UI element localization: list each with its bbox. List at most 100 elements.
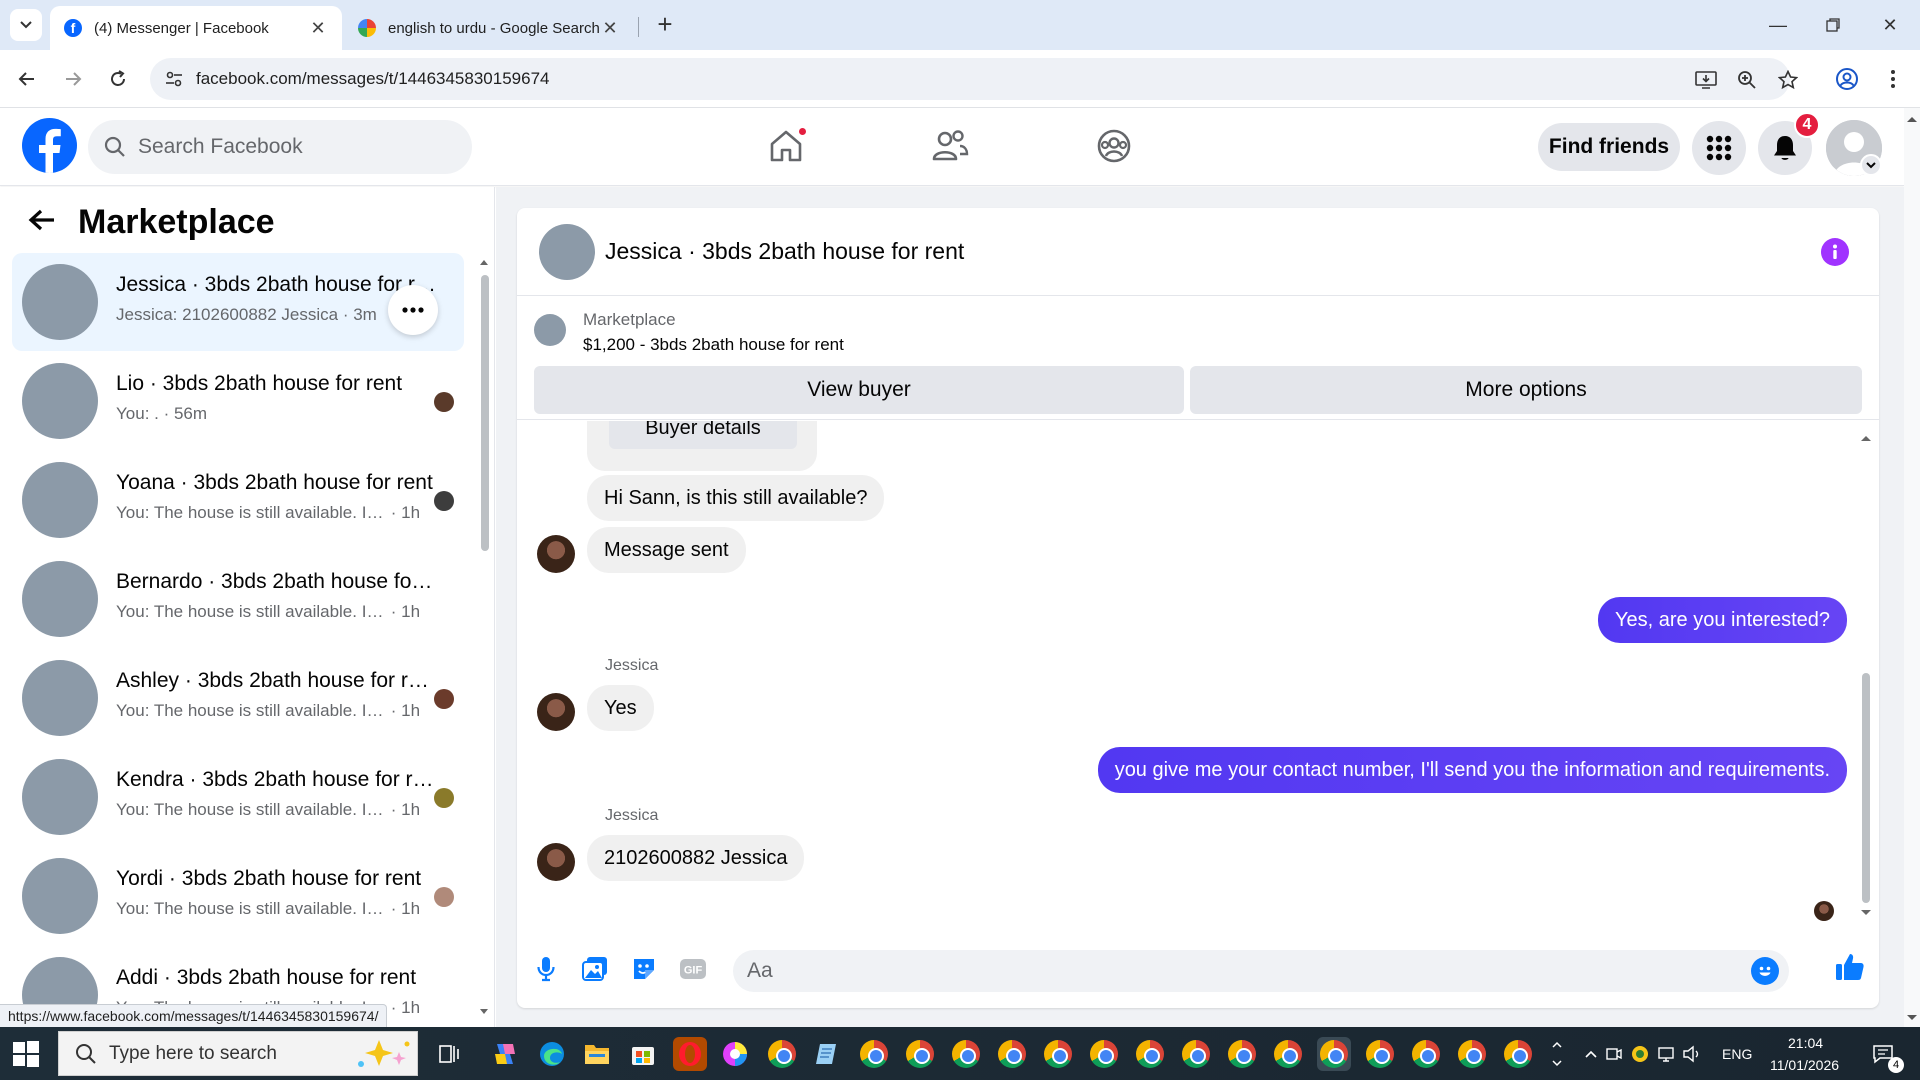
chat-scroll-thumb[interactable] <box>1862 673 1870 903</box>
chrome-taskbar-icon[interactable] <box>1409 1037 1443 1071</box>
account-chevron-icon[interactable] <box>1860 154 1882 176</box>
conversation-item[interactable]: Yoana · 3bds 2bath house for rent You: T… <box>12 451 464 549</box>
facebook-header: Search Facebook Find friends 4 <box>0 108 1904 186</box>
microphone-icon[interactable] <box>531 954 561 984</box>
volume-icon[interactable] <box>1675 1037 1709 1071</box>
facebook-search-input[interactable]: Search Facebook <box>88 120 472 174</box>
notepad-app-icon[interactable] <box>810 1037 844 1071</box>
search-highlights-icon <box>349 1036 413 1077</box>
chrome-taskbar-icon[interactable] <box>949 1037 983 1071</box>
chrome-taskbar-icon[interactable] <box>1133 1037 1167 1071</box>
info-icon[interactable] <box>1821 238 1849 266</box>
arrow-right-icon <box>66 72 82 86</box>
taskbar-overflow-chevron-icon[interactable] <box>1540 1037 1574 1071</box>
chrome-taskbar-icon[interactable] <box>1041 1037 1075 1071</box>
photo-gallery-icon[interactable] <box>580 954 610 984</box>
bookmark-star-icon[interactable] <box>1776 68 1800 92</box>
reload-button[interactable] <box>103 64 133 94</box>
tab-messenger[interactable]: f (4) Messenger | Facebook ✕ <box>50 6 342 50</box>
close-tab-icon[interactable]: ✕ <box>308 18 328 39</box>
copilot-icon[interactable] <box>488 1037 522 1071</box>
gif-icon[interactable]: GIF <box>678 954 708 984</box>
conversation-options-button[interactable] <box>388 285 438 335</box>
chrome-taskbar-icon[interactable] <box>1363 1037 1397 1071</box>
arrow-left-icon <box>18 72 34 86</box>
chat-title[interactable]: Jessica · 3bds 2bath house for rent <box>605 238 964 265</box>
colorful-app-icon[interactable] <box>718 1037 752 1071</box>
conversation-item[interactable]: Bernardo · 3bds 2bath house for rent You… <box>12 550 464 648</box>
opera-browser-icon[interactable] <box>673 1037 707 1071</box>
back-arrow-icon[interactable] <box>28 208 56 237</box>
file-explorer-icon[interactable] <box>580 1037 614 1071</box>
chat-listing-thumbnail[interactable] <box>539 224 595 280</box>
zoom-icon[interactable] <box>1735 68 1759 92</box>
site-settings-icon[interactable] <box>164 69 184 94</box>
edge-browser-icon[interactable] <box>535 1037 569 1071</box>
marketplace-listing-bar: Marketplace $1,200 - 3bds 2bath house fo… <box>517 296 1879 420</box>
emoji-icon[interactable] <box>1751 957 1779 985</box>
friends-nav-button[interactable] <box>930 126 970 166</box>
chrome-taskbar-icon[interactable] <box>1087 1037 1121 1071</box>
conversation-item[interactable]: Kendra · 3bds 2bath house for rent You: … <box>12 748 464 846</box>
tab-search-button[interactable] <box>10 9 42 41</box>
chrome-taskbar-icon[interactable] <box>1271 1037 1305 1071</box>
clock-date[interactable]: 11/01/2026 <box>1770 1057 1839 1073</box>
incoming-message: Yes <box>587 685 654 731</box>
back-button[interactable] <box>12 64 42 94</box>
chrome-taskbar-icon[interactable] <box>765 1037 799 1071</box>
scroll-down-arrow-icon[interactable] <box>1859 908 1873 918</box>
conversation-name: Kendra · 3bds 2bath house for rent <box>116 768 436 791</box>
forward-button[interactable] <box>58 64 88 94</box>
sender-avatar[interactable] <box>537 535 575 573</box>
scroll-up-arrow-icon[interactable] <box>1859 433 1873 443</box>
minimize-button[interactable]: — <box>1758 8 1798 42</box>
restore-button[interactable] <box>1813 8 1853 42</box>
chrome-taskbar-icon-active[interactable] <box>1317 1037 1351 1071</box>
find-friends-button[interactable]: Find friends <box>1538 123 1680 171</box>
task-view-icon[interactable] <box>432 1037 466 1071</box>
sidebar-scroll-thumb[interactable] <box>481 275 489 551</box>
view-buyer-button[interactable]: View buyer <box>534 366 1184 414</box>
microsoft-store-icon[interactable] <box>626 1037 660 1071</box>
browser-menu-button[interactable] <box>1878 64 1908 94</box>
sender-name: Jessica <box>605 657 659 674</box>
conversation-name: Yordi · 3bds 2bath house for rent <box>116 867 422 890</box>
reload-icon <box>111 70 125 86</box>
chrome-taskbar-icon[interactable] <box>903 1037 937 1071</box>
chrome-taskbar-icon[interactable] <box>995 1037 1029 1071</box>
conversation-item[interactable]: Yordi · 3bds 2bath house for rent You: T… <box>12 847 464 945</box>
profile-button[interactable] <box>1832 64 1862 94</box>
chrome-taskbar-icon[interactable] <box>1225 1037 1259 1071</box>
taskbar-search-box[interactable]: Type here to search <box>58 1031 418 1076</box>
install-app-icon[interactable] <box>1694 68 1718 92</box>
tab-google-search[interactable]: english to urdu - Google Search ✕ <box>344 6 634 50</box>
sender-avatar[interactable] <box>537 843 575 881</box>
language-indicator[interactable]: ENG <box>1722 1046 1752 1062</box>
sticker-icon[interactable] <box>629 954 659 984</box>
page-scrollbar[interactable] <box>1904 108 1920 1027</box>
thumbs-up-icon[interactable] <box>1835 952 1865 982</box>
close-tab-icon[interactable]: ✕ <box>600 18 620 39</box>
more-options-button[interactable]: More options <box>1190 366 1862 414</box>
groups-nav-button[interactable] <box>1094 126 1134 166</box>
buyer-details-button[interactable]: Buyer details <box>609 421 797 449</box>
conversation-item[interactable]: Lio · 3bds 2bath house for rent You: . ·… <box>12 352 464 450</box>
chrome-taskbar-icon[interactable] <box>1455 1037 1489 1071</box>
notification-count-badge: 4 <box>1794 112 1820 138</box>
menu-button[interactable] <box>1692 121 1746 175</box>
close-window-button[interactable]: ✕ <box>1870 8 1910 42</box>
clock-time[interactable]: 21:04 <box>1788 1035 1823 1051</box>
new-tab-button[interactable]: + <box>650 10 680 40</box>
chrome-taskbar-icon[interactable] <box>1179 1037 1213 1071</box>
sender-avatar[interactable] <box>537 693 575 731</box>
windows-taskbar: Type here to search ENG 21:04 11/01/2026… <box>0 1027 1920 1080</box>
conversation-item[interactable]: Ashley · 3bds 2bath house for rent You: … <box>12 649 464 747</box>
conversation-item[interactable]: Jessica · 3bds 2bath house for rent Jess… <box>12 253 464 351</box>
listing-title[interactable]: $1,200 - 3bds 2bath house for rent <box>583 335 844 355</box>
message-input[interactable] <box>747 950 1727 992</box>
windows-start-icon[interactable] <box>12 1040 40 1068</box>
facebook-logo-icon[interactable] <box>22 118 77 173</box>
address-bar[interactable]: facebook.com/messages/t/1446345830159674 <box>150 58 1798 100</box>
chrome-taskbar-icon[interactable] <box>1501 1037 1535 1071</box>
chrome-taskbar-icon[interactable] <box>857 1037 891 1071</box>
